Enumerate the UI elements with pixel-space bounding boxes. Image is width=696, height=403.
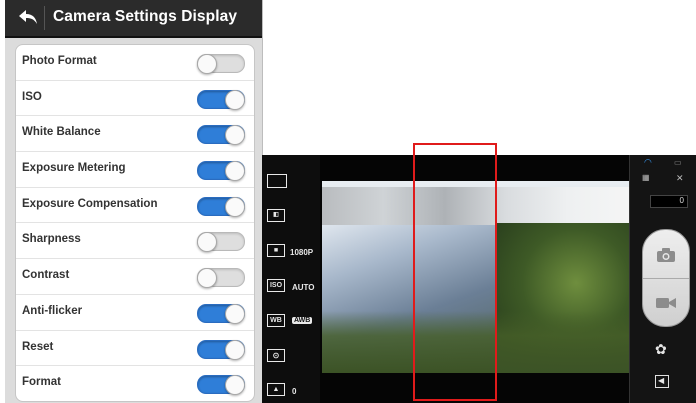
setting-row-anti-flicker: Anti-flicker	[16, 295, 254, 331]
anti-flicker-toggle[interactable]	[197, 303, 245, 324]
page-title: Camera Settings Display	[53, 8, 238, 25]
toggle-knob	[225, 339, 245, 360]
play-back-icon: ◀	[658, 376, 665, 385]
toggle-knob	[225, 161, 245, 182]
video-camera-icon	[656, 298, 676, 308]
camera-icon	[657, 248, 675, 262]
iso-value: AUTO	[292, 283, 315, 292]
capture-mode-switch	[642, 229, 690, 327]
toggle-knob	[197, 268, 217, 289]
setting-row-sharpness: Sharpness	[16, 223, 254, 260]
setting-row-exposure-metering: Exposure Metering	[16, 152, 254, 188]
setting-label: Format	[22, 376, 61, 389]
setting-row-white-balance: White Balance	[16, 116, 254, 153]
video-record-button[interactable]	[643, 279, 689, 326]
sd-card-icon: ▦	[642, 173, 650, 182]
camera-settings-column: ◧ ■ 1080P ISO AUTO WB AWB ⊙ ▲ 0	[262, 155, 320, 403]
back-button[interactable]	[14, 6, 45, 30]
highlight-box	[413, 143, 497, 401]
camera-controls-column: ◠ ▭ ▦ ✕ 0 ✿ ◀	[629, 155, 696, 403]
settings-list: Photo Format ISO White Balance Exposure …	[15, 44, 255, 402]
exposure-value: 0	[292, 387, 297, 396]
iso-icon[interactable]: ISO	[267, 279, 285, 292]
title-bar: Camera Settings Display	[5, 0, 262, 38]
reset-toggle[interactable]	[197, 339, 245, 360]
photo-capture-button[interactable]	[643, 230, 689, 278]
toggle-knob	[197, 232, 217, 253]
exposure-metering-icon[interactable]: ⊙	[267, 349, 285, 362]
toggle-knob	[197, 54, 217, 74]
setting-row-exposure-compensation: Exposure Compensation	[16, 188, 254, 224]
setting-label: White Balance	[22, 126, 101, 139]
gear-icon: ✿	[655, 341, 667, 357]
setting-row-format: Format	[16, 366, 254, 401]
setting-label: Exposure Compensation	[22, 197, 158, 210]
toggle-knob	[225, 375, 245, 396]
sharpness-toggle[interactable]	[197, 232, 245, 253]
format-toggle[interactable]	[197, 375, 245, 396]
iso-toggle[interactable]	[197, 89, 245, 110]
white-balance-value: AWB	[292, 317, 313, 324]
setting-label: ISO	[22, 90, 42, 103]
setting-label: Anti-flicker	[22, 304, 83, 317]
resolution-label: 1080P	[290, 248, 314, 257]
settings-gear-button[interactable]: ✿	[654, 341, 672, 359]
white-balance-toggle[interactable]	[197, 125, 245, 146]
setting-row-photo-format: Photo Format	[16, 45, 254, 81]
exposure-metering-toggle[interactable]	[197, 161, 245, 182]
setting-label: Contrast	[22, 269, 70, 282]
settings-panel: Camera Settings Display Photo Format ISO…	[5, 0, 263, 403]
toggle-knob	[225, 196, 245, 217]
video-resolution-icon[interactable]: ■	[267, 244, 285, 257]
white-balance-icon[interactable]: WB	[267, 314, 285, 327]
wifi-icon: ◠	[644, 157, 652, 167]
setting-label: Exposure Metering	[22, 162, 126, 175]
photo-mode-icon[interactable]	[267, 174, 287, 188]
battery-icon: ▭	[674, 158, 682, 167]
setting-row-contrast: Contrast	[16, 259, 254, 295]
toggle-knob	[225, 125, 245, 146]
setting-label: Reset	[22, 340, 54, 353]
toggle-knob	[225, 89, 245, 110]
tools-icon: ✕	[676, 173, 684, 183]
setting-row-iso: ISO	[16, 81, 254, 117]
contrast-toggle[interactable]	[197, 268, 245, 289]
photo-format-toggle[interactable]	[197, 54, 245, 74]
shot-counter: 0	[650, 195, 688, 208]
setting-label: Photo Format	[22, 55, 97, 67]
exposure-compensation-icon[interactable]: ▲	[267, 383, 285, 396]
aspect-ratio-icon[interactable]: ◧	[267, 209, 285, 222]
setting-row-reset: Reset	[16, 331, 254, 367]
playback-button[interactable]: ◀	[655, 375, 669, 388]
setting-label: Sharpness	[22, 233, 81, 246]
exposure-compensation-toggle[interactable]	[197, 196, 245, 217]
toggle-knob	[225, 303, 245, 324]
